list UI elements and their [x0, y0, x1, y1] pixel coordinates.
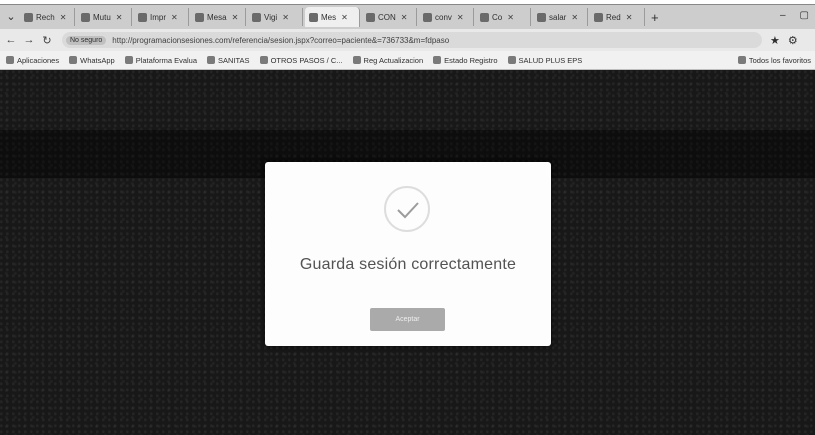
- bookmark-item[interactable]: SALUD PLUS EPS: [507, 55, 583, 65]
- new-tab-icon[interactable]: +: [651, 10, 659, 25]
- dialog-message: Guarda sesión correctamente: [299, 256, 517, 273]
- tab-favicon: [594, 12, 603, 22]
- tab-1[interactable]: Rech ✕: [20, 8, 75, 26]
- close-icon[interactable]: ✕: [171, 13, 178, 22]
- tab-3[interactable]: Impr ✕: [134, 8, 189, 26]
- tab-favicon: [480, 12, 489, 22]
- bookmark-icon: [507, 56, 516, 64]
- tab-label: salar: [549, 12, 567, 22]
- bookmarks-bar: Aplicaciones WhatsApp Plataforma Evalua …: [0, 51, 815, 70]
- whatsapp-icon: [69, 56, 78, 64]
- checkmark-glyph: [397, 202, 419, 219]
- close-icon[interactable]: ✕: [116, 13, 123, 22]
- tab-favicon: [81, 12, 90, 22]
- forward-icon[interactable]: →: [22, 34, 36, 46]
- tab-label: Impr: [150, 12, 166, 22]
- close-icon[interactable]: ✕: [282, 13, 289, 22]
- tab-11[interactable]: Red ✕: [590, 8, 645, 26]
- tab-label: Vigi: [264, 12, 278, 22]
- bookmark-icon: [207, 56, 216, 64]
- tab-label: Mutu: [93, 12, 111, 22]
- bookmark-label: Estado Registro: [444, 55, 498, 65]
- check-icon: [384, 186, 430, 232]
- apps-icon: [6, 56, 14, 64]
- tab-5[interactable]: Vigi ✕: [248, 8, 303, 26]
- bookmark-label: OTROS PASOS / C...: [270, 55, 343, 65]
- tab-2[interactable]: Mutu ✕: [77, 8, 132, 26]
- close-icon[interactable]: ✕: [507, 13, 514, 22]
- bookmark-item[interactable]: OTROS PASOS / C...: [259, 55, 343, 65]
- tab-favicon: [252, 12, 261, 22]
- tab-label: Mes: [321, 12, 337, 22]
- bookmark-item[interactable]: Aplicaciones: [6, 56, 59, 65]
- close-icon[interactable]: ✕: [341, 13, 348, 22]
- back-icon[interactable]: ←: [4, 34, 18, 46]
- url-text: http://programacionsesiones.com/referenc…: [112, 35, 450, 45]
- bookmark-item[interactable]: Estado Registro: [433, 55, 498, 65]
- tab-favicon: [195, 12, 204, 22]
- tab-favicon: [309, 12, 318, 22]
- bookmark-item[interactable]: SANITAS: [207, 56, 250, 65]
- tab-bar: ⌄ Rech ✕ Mutu ✕ Impr ✕ Mesa ✕ Vigi ✕ Mes ✕ CON…: [0, 5, 815, 29]
- url-input[interactable]: No seguro http://programacionsesiones.co…: [62, 32, 762, 48]
- tab-favicon: [537, 12, 546, 22]
- extensions-icon[interactable]: ⚙: [788, 34, 798, 47]
- bookmark-icon: [352, 56, 361, 64]
- tab-favicon: [138, 12, 147, 22]
- bookmark-label: SALUD PLUS EPS: [518, 55, 583, 65]
- bookmark-star-icon[interactable]: ★: [770, 34, 780, 47]
- success-dialog: Guarda sesión correctamente Aceptar: [265, 162, 551, 346]
- tab-search-icon[interactable]: ⌄: [4, 10, 18, 24]
- close-icon[interactable]: ✕: [60, 13, 67, 22]
- close-icon[interactable]: ✕: [457, 13, 464, 22]
- browser-window: ⌄ Rech ✕ Mutu ✕ Impr ✕ Mesa ✕ Vigi ✕ Mes ✕ CON…: [0, 0, 815, 435]
- tab-label: Co: [492, 12, 503, 22]
- folder-icon: [737, 56, 746, 64]
- tab-favicon: [24, 12, 33, 22]
- bookmark-item[interactable]: Reg Actualizacion: [352, 55, 424, 65]
- bookmark-label: WhatsApp: [80, 55, 115, 65]
- close-icon[interactable]: ✕: [626, 13, 633, 22]
- close-icon[interactable]: ✕: [232, 13, 239, 22]
- tab-favicon: [423, 12, 432, 22]
- tab-active[interactable]: Mes ✕: [305, 7, 360, 27]
- bookmark-item[interactable]: Plataforma Evalua: [124, 55, 198, 65]
- bookmark-icon: [124, 56, 133, 64]
- bookmark-item[interactable]: WhatsApp: [69, 56, 115, 65]
- tab-8[interactable]: conv ✕: [419, 8, 474, 26]
- bookmark-label: Todos los favoritos: [748, 55, 811, 65]
- reload-icon[interactable]: ↻: [40, 34, 54, 47]
- bookmark-label: Aplicaciones: [17, 55, 60, 65]
- ok-button[interactable]: Aceptar: [370, 308, 445, 331]
- maximize-icon[interactable]: ▢: [800, 10, 809, 21]
- close-icon[interactable]: ✕: [401, 13, 408, 22]
- tab-label: conv: [435, 12, 452, 22]
- security-badge[interactable]: No seguro: [66, 35, 107, 45]
- tab-4[interactable]: Mesa ✕: [191, 8, 246, 26]
- minimize-icon[interactable]: –: [780, 10, 786, 21]
- tab-label: Rech: [36, 12, 55, 22]
- bookmark-label: SANITAS: [218, 55, 250, 65]
- bookmark-icon: [433, 56, 442, 64]
- bookmark-label: Plataforma Evalua: [135, 55, 198, 65]
- tab-label: Red: [606, 12, 621, 22]
- tab-10[interactable]: salar ✕: [533, 8, 588, 26]
- bookmark-icon: [259, 56, 268, 64]
- tab-9[interactable]: Co ✕: [476, 8, 531, 26]
- bookmark-label: Reg Actualizacion: [363, 55, 424, 65]
- all-bookmarks-folder[interactable]: Todos los favoritos: [737, 55, 811, 65]
- address-bar: ← → ↻ No seguro http://programacionsesio…: [0, 29, 815, 51]
- tab-favicon: [366, 12, 375, 22]
- tab-label: CON: [378, 12, 396, 22]
- close-icon[interactable]: ✕: [571, 13, 578, 22]
- tab-label: Mesa: [207, 12, 227, 22]
- tab-7[interactable]: CON ✕: [362, 8, 417, 26]
- window-controls: – ▢: [780, 10, 809, 21]
